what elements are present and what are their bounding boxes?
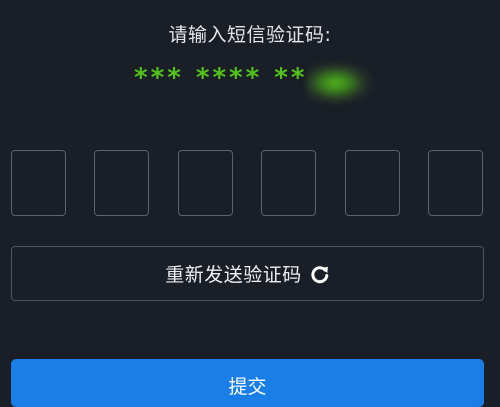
resend-code-label: 重新发送验证码: [165, 264, 302, 286]
sms-code-prompt: 请输入短信验证码:: [168, 24, 332, 46]
code-input-row: [11, 150, 489, 218]
phone-digits-blur: [306, 62, 372, 104]
resend-code-button[interactable]: 重新发送验证码: [11, 246, 484, 301]
refresh-icon: [310, 264, 330, 284]
masked-phone-number: *** **** **: [134, 63, 308, 93]
code-digit-input-3[interactable]: [178, 150, 233, 216]
submit-button[interactable]: 提交: [11, 359, 484, 407]
code-digit-input-5[interactable]: [345, 150, 400, 216]
code-digit-input-6[interactable]: [428, 150, 483, 216]
code-digit-input-2[interactable]: [94, 150, 149, 216]
code-digit-input-4[interactable]: [261, 150, 316, 216]
code-digit-input-1[interactable]: [11, 150, 66, 216]
